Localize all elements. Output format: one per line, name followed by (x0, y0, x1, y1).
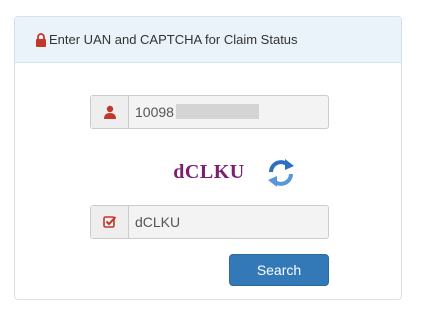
uan-redaction (176, 104, 259, 119)
captcha-input-group: dCLKU (90, 205, 329, 239)
panel-title: Enter UAN and CAPTCHA for Claim Status (49, 32, 298, 47)
captcha-addon (91, 206, 129, 238)
user-icon (103, 105, 116, 119)
uan-input-group: 10098 (90, 95, 329, 129)
search-button[interactable]: Search (229, 254, 329, 286)
captcha-image: dCLKU (162, 154, 256, 190)
uan-addon (91, 96, 129, 128)
uan-value: 10098 (135, 104, 174, 120)
captcha-input[interactable]: dCLKU (129, 206, 328, 238)
claim-status-panel: Enter UAN and CAPTCHA for Claim Status 1… (14, 16, 402, 300)
panel-heading: Enter UAN and CAPTCHA for Claim Status (15, 17, 401, 63)
check-square-icon (102, 216, 116, 228)
lock-icon (36, 33, 46, 47)
uan-input[interactable]: 10098 (129, 96, 328, 128)
refresh-icon[interactable] (267, 157, 295, 189)
